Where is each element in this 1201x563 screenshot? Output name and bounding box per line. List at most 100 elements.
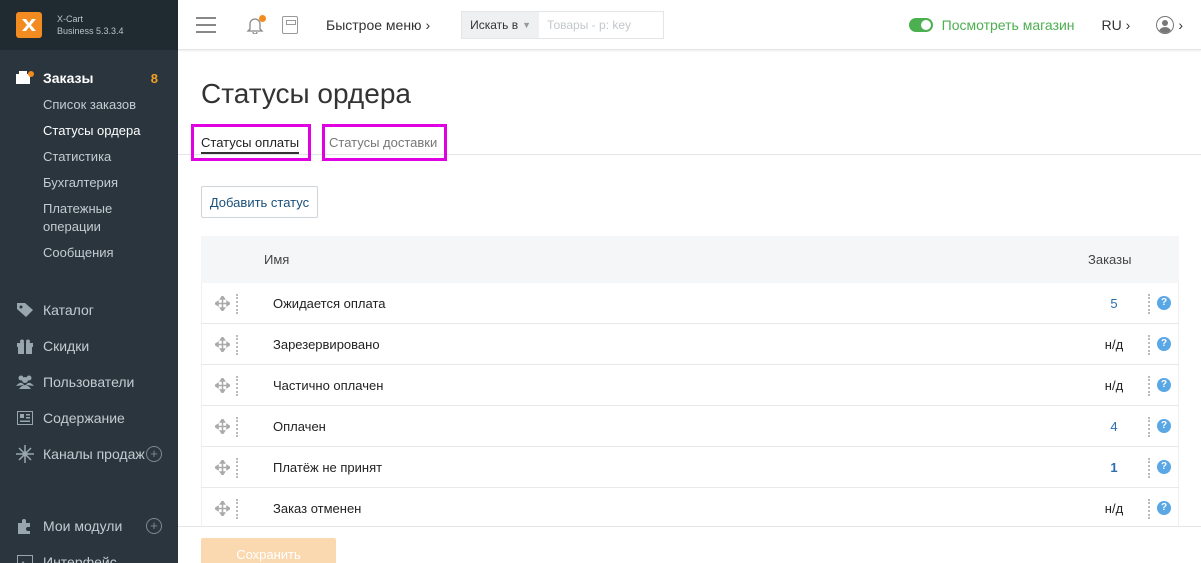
logo-area: X-Cart Business 5.3.3.4 [0, 0, 178, 50]
users-icon [16, 374, 34, 390]
sidebar-item-order-statuses[interactable]: Статусы ордера [43, 122, 178, 140]
sidebar-item-catalog[interactable]: Каталог [0, 292, 178, 328]
search-scope-select[interactable]: Искать в ▼ [462, 11, 540, 38]
drag-handle-icon[interactable] [213, 294, 232, 313]
add-module-icon[interactable]: + [146, 518, 162, 534]
app-edition: Business 5.3.3.4 [57, 26, 124, 36]
tab-label: Статусы доставки [329, 135, 438, 150]
row-divider [236, 294, 238, 314]
drag-handle-icon[interactable] [213, 335, 232, 354]
quick-menu-button[interactable]: Быстрое меню › [326, 17, 430, 33]
sidebar-item-label: Скидки [43, 338, 90, 354]
user-menu-caret: › [1178, 16, 1183, 33]
sidebar-item-sales-channels[interactable]: Каналы продаж + [0, 436, 178, 472]
sidebar-item-messages[interactable]: Сообщения [43, 244, 178, 262]
tab-label: Статусы оплаты [201, 135, 300, 154]
table-row: Зарезервировано н/д? [201, 324, 1179, 365]
add-sales-channel-icon[interactable]: + [146, 446, 162, 462]
row-divider [1148, 458, 1150, 478]
drag-handle-icon[interactable] [213, 376, 232, 395]
sales-channels-icon [16, 445, 34, 463]
sidebar-item-discounts[interactable]: Скидки [0, 328, 178, 364]
row-divider [236, 458, 238, 478]
orders-submenu: Список заказов Статусы ордера Статистика… [0, 96, 178, 262]
drag-handle-icon[interactable] [213, 417, 232, 436]
row-divider [1148, 294, 1150, 314]
xcart-logo-icon[interactable] [16, 12, 42, 38]
orders-count-link[interactable]: 5 [1082, 296, 1146, 311]
drag-handle-icon[interactable] [213, 458, 232, 477]
sidebar-item-order-list[interactable]: Список заказов [43, 96, 178, 114]
notification-dot [259, 14, 266, 22]
orders-count-na: н/д [1104, 500, 1124, 516]
user-avatar-icon [1156, 15, 1175, 34]
orders-icon [16, 71, 34, 85]
help-icon[interactable]: ? [1157, 296, 1171, 310]
orders-count-na: н/д [1104, 336, 1124, 352]
table-row: Ожидается оплата 5? [201, 283, 1179, 324]
user-menu[interactable]: › [1156, 15, 1183, 34]
column-header-orders[interactable]: Заказы [1088, 252, 1131, 267]
status-name: Ожидается оплата [273, 295, 386, 311]
sidebar-item-interface[interactable]: Интерфейс [0, 544, 178, 563]
statuses-table: Имя Заказы Ожидается оплата 5? Зарезервиро… [201, 236, 1179, 529]
row-divider [236, 376, 238, 396]
row-divider [236, 417, 238, 437]
row-divider [1148, 417, 1150, 437]
table-row: Заказ отменен н/д? [201, 488, 1179, 529]
column-header-name[interactable]: Имя [264, 252, 289, 267]
help-icon[interactable]: ? [1157, 501, 1171, 515]
help-icon[interactable]: ? [1157, 460, 1171, 474]
sidebar-item-label: Мои модули [43, 518, 123, 534]
sidebar-item-users[interactable]: Пользователи [0, 364, 178, 400]
sidebar-item-label: Интерфейс [43, 554, 117, 563]
sidebar-item-my-modules[interactable]: Мои модули + [0, 508, 178, 544]
help-icon[interactable]: ? [1157, 337, 1171, 351]
view-store-link[interactable]: Посмотреть магазин [908, 16, 1075, 33]
tab-shipping-statuses[interactable]: Статусы доставки [322, 124, 447, 161]
status-name: Частично оплачен [273, 377, 384, 393]
gift-icon [16, 338, 34, 354]
row-divider [1148, 499, 1150, 519]
sidebar-item-label: Каталог [43, 302, 94, 318]
search-input[interactable] [539, 11, 664, 38]
content-icon [16, 410, 34, 426]
calculator-icon[interactable] [282, 15, 298, 34]
view-store-label: Посмотреть магазин [941, 16, 1075, 33]
table-row: Платёж не принят 1? [201, 447, 1179, 488]
add-status-button[interactable]: Добавить статус [201, 186, 318, 218]
menu-hamburger-icon[interactable] [196, 16, 216, 33]
store-toggle-icon[interactable] [908, 17, 933, 32]
notifications-bell-icon[interactable] [246, 14, 266, 35]
help-icon[interactable]: ? [1157, 378, 1171, 392]
sidebar-item-orders[interactable]: Заказы 8 [0, 68, 178, 88]
save-button[interactable]: Сохранить [201, 538, 336, 563]
save-bar: Сохранить [178, 526, 1201, 563]
sidebar-item-statistics[interactable]: Статистика [43, 148, 178, 166]
sidebar-item-payment-transactions[interactable]: Платежные операции [43, 200, 133, 236]
sidebar-item-accounting[interactable]: Бухгалтерия [43, 174, 178, 192]
sidebar-item-content[interactable]: Содержание [0, 400, 178, 436]
sidebar-item-label: Содержание [43, 410, 125, 426]
status-name: Заказ отменен [273, 500, 362, 516]
image-icon [16, 554, 34, 563]
puzzle-icon [16, 518, 34, 534]
help-icon[interactable]: ? [1157, 419, 1171, 433]
table-row: Частично оплачен н/д? [201, 365, 1179, 406]
table-body: Ожидается оплата 5? Зарезервировано н/д? Час… [201, 283, 1179, 529]
chevron-down-icon: ▼ [522, 19, 532, 30]
row-divider [236, 335, 238, 355]
status-name: Оплачен [273, 418, 326, 434]
table-header: Имя Заказы [201, 236, 1179, 283]
language-select[interactable]: RU › [1102, 17, 1131, 33]
page-title: Статусы ордера [201, 78, 411, 109]
sidebar-item-label: Пользователи [43, 374, 135, 390]
search-box: Искать в ▼ [461, 10, 665, 39]
orders-count-link[interactable]: 1 [1082, 460, 1146, 475]
tag-icon [16, 302, 34, 318]
drag-handle-icon[interactable] [213, 499, 232, 518]
row-divider [1148, 335, 1150, 355]
orders-count-link[interactable]: 4 [1082, 419, 1146, 434]
tab-payment-statuses[interactable]: Статусы оплаты [191, 124, 311, 161]
